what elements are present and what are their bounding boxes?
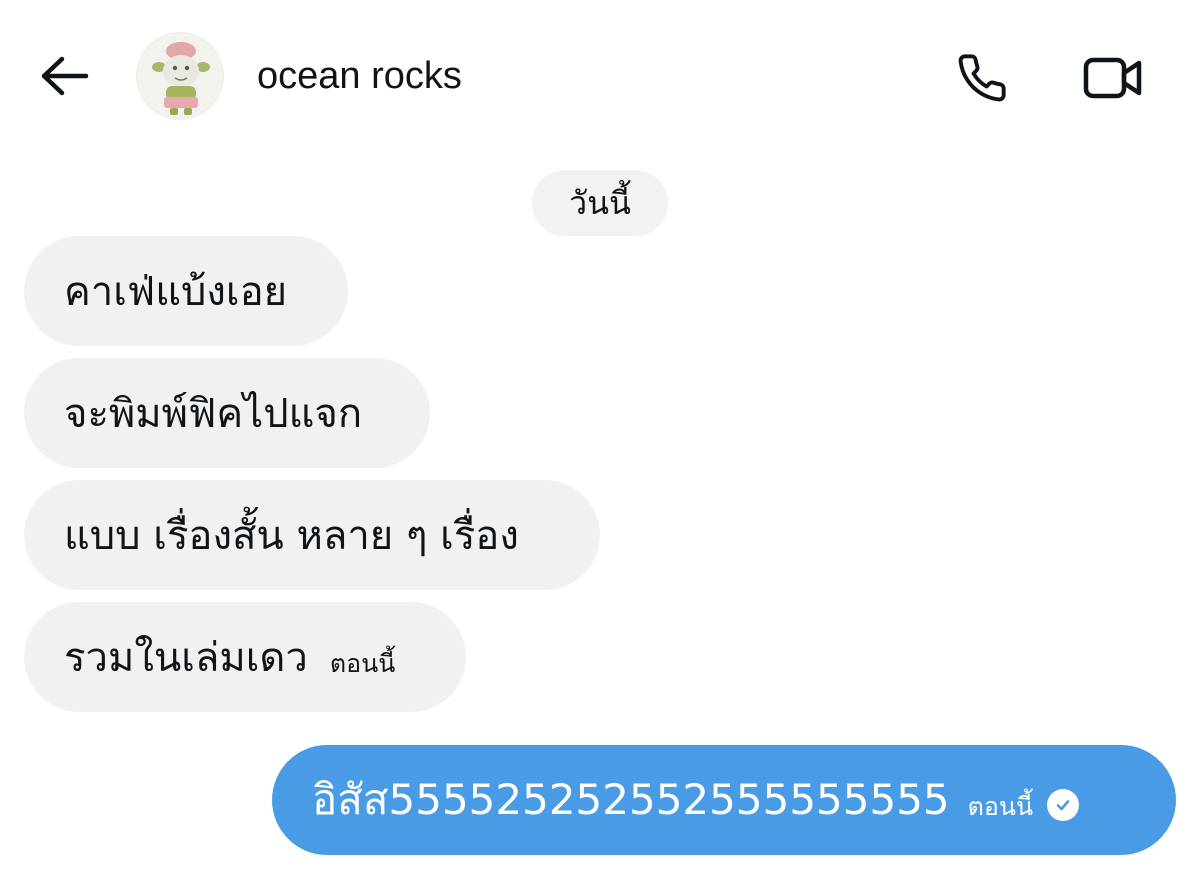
date-separator: วันนี้ [532, 170, 668, 236]
message-text: รวมในเล่มเดว [64, 635, 308, 681]
message-bubble-incoming[interactable]: คาเฟ่แบ้งเอย [24, 236, 348, 346]
message-timestamp: ตอนนี้ [329, 649, 396, 678]
arrow-left-icon [41, 56, 89, 96]
message-text: คาเฟ่แบ้งเอย [64, 269, 288, 315]
phone-icon [958, 54, 1006, 102]
chat-screen: ocean rocks วันนี้ คาเฟ่แบ้งเอย จะพิมพ์ฟ… [0, 0, 1200, 873]
read-check-icon [1047, 789, 1080, 821]
message-text: แบบ เรื่องสั้น หลาย ๆ เรื่อง [64, 513, 519, 559]
message-bubble-incoming[interactable]: รวมในเล่มเดว ตอนนี้ [24, 602, 466, 712]
message-bubble-incoming[interactable]: แบบ เรื่องสั้น หลาย ๆ เรื่อง [24, 480, 600, 590]
message-timestamp: ตอนนี้ [967, 792, 1034, 821]
voice-call-button[interactable] [950, 46, 1014, 110]
contact-name[interactable]: ocean rocks [257, 52, 462, 100]
message-text: จะพิมพ์ฟิคไปแจก [64, 391, 363, 437]
chat-header: ocean rocks [0, 0, 1200, 150]
back-button[interactable] [36, 50, 94, 102]
message-bubble-incoming[interactable]: จะพิมพ์ฟิคไปแจก [24, 358, 430, 468]
video-call-button[interactable] [1078, 46, 1148, 110]
avatar[interactable] [136, 32, 224, 120]
avatar-character-image [137, 33, 223, 119]
video-camera-icon [1083, 57, 1142, 99]
message-bubble-outgoing[interactable]: อิสัส555525252552555555555 ตอนนี้ [272, 745, 1176, 855]
message-text: อิสัส555525252552555555555 [312, 775, 950, 824]
